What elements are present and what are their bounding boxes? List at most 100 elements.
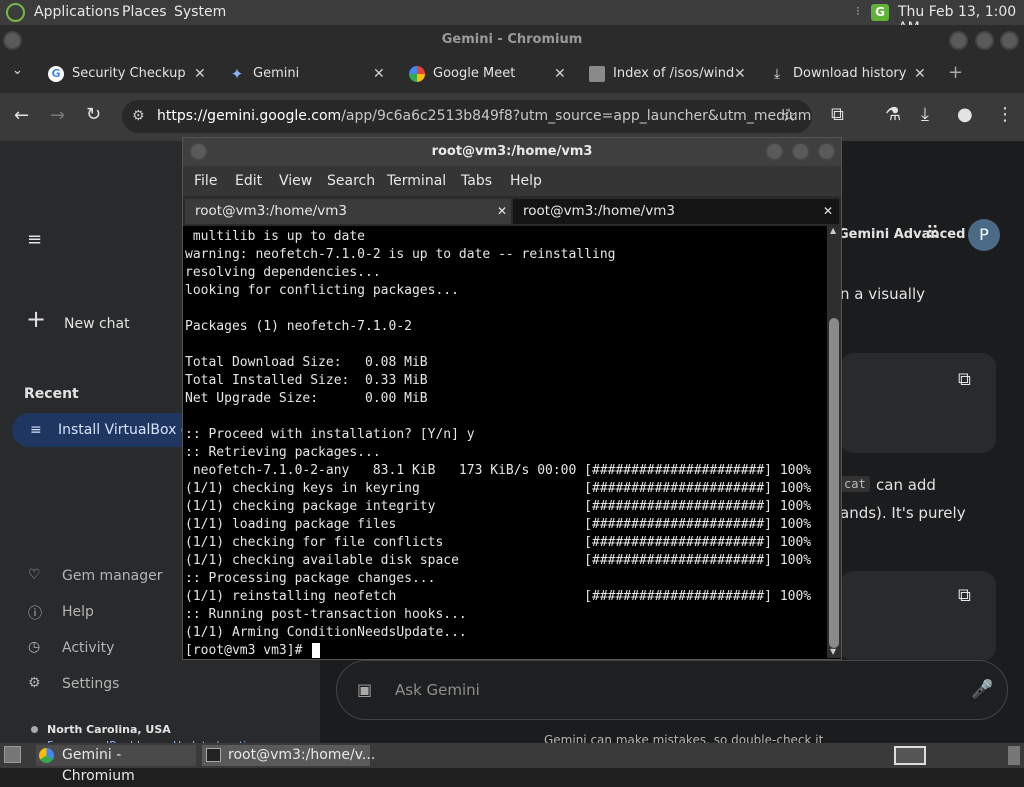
terminal-line: Net Upgrade Size: 0.00 MiB bbox=[185, 391, 428, 406]
menu-terminal[interactable]: Terminal bbox=[387, 173, 446, 189]
tab-close-icon[interactable]: ✕ bbox=[194, 55, 206, 93]
close-window-button[interactable] bbox=[1000, 31, 1019, 50]
tab-close-icon[interactable]: ✕ bbox=[554, 55, 566, 93]
chrome-menu-icon[interactable]: ⋮ bbox=[996, 104, 1014, 125]
terminal-maximize-button[interactable] bbox=[791, 142, 810, 161]
recent-chat-label: Install VirtualBox o bbox=[58, 422, 190, 438]
tab-close-icon[interactable]: ✕ bbox=[823, 199, 833, 224]
taskbar-item-chromium[interactable]: Gemini - Chromium bbox=[36, 745, 196, 784]
places-menu[interactable]: Places bbox=[122, 4, 167, 20]
hamburger-menu-icon[interactable]: ≡ bbox=[27, 229, 42, 250]
gemini-spark-icon: ✦ bbox=[230, 64, 244, 83]
taskbar-item-terminal[interactable]: root@vm3:/home/v... bbox=[202, 745, 375, 766]
maximize-button[interactable] bbox=[975, 31, 994, 50]
terminal-menubar: File Edit View Search Terminal Tabs Help bbox=[183, 166, 841, 196]
tab-search-chevron-icon[interactable]: ⌄ bbox=[12, 63, 23, 78]
scroll-down-icon[interactable]: ▼ bbox=[830, 647, 836, 656]
menu-file[interactable]: File bbox=[194, 173, 217, 189]
menu-view[interactable]: View bbox=[279, 173, 312, 189]
terminal-output[interactable]: multilib is up to date warning: neofetch-… bbox=[185, 226, 827, 658]
terminal-title: root@vm3:/home/vm3 bbox=[431, 144, 593, 159]
terminal-line: (1/1) Arming ConditionNeedsUpdate... bbox=[185, 625, 467, 640]
new-chat-button[interactable]: New chat bbox=[64, 316, 130, 332]
tab-index-isos[interactable]: Index of /isos/wind ✕ bbox=[589, 55, 754, 93]
gem-manager-link[interactable]: Gem manager bbox=[62, 568, 162, 584]
taskbar-item-label: Gemini - Chromium bbox=[62, 747, 135, 784]
site-info-icon[interactable]: ⚙ bbox=[132, 100, 145, 133]
terminal-line: (1/1) loading package files [###########… bbox=[185, 517, 812, 532]
avatar[interactable]: P bbox=[968, 219, 1000, 251]
terminal-scrollbar[interactable]: ▲ ▼ bbox=[827, 226, 841, 658]
code-block-card: ⧉ bbox=[840, 571, 996, 661]
system-tray-g-icon[interactable]: G bbox=[871, 4, 889, 21]
scroll-up-icon[interactable]: ▲ bbox=[830, 226, 836, 235]
activity-link[interactable]: Activity bbox=[62, 640, 114, 656]
menu-help[interactable]: Help bbox=[510, 173, 542, 189]
forward-arrow-icon[interactable]: → bbox=[50, 105, 65, 126]
extensions-puzzle-icon[interactable]: ⧉ bbox=[831, 104, 844, 125]
image-upload-icon[interactable]: ▣ bbox=[357, 661, 372, 719]
help-link[interactable]: Help bbox=[62, 604, 94, 620]
labs-flask-icon[interactable]: ⚗ bbox=[885, 104, 901, 125]
terminal-tab-2[interactable]: root@vm3:/home/vm3 ✕ bbox=[513, 199, 839, 224]
prompt-input[interactable]: ▣ Ask Gemini 🎤 bbox=[336, 660, 1008, 720]
settings-link[interactable]: Settings bbox=[62, 676, 119, 692]
show-desktop-icon[interactable] bbox=[4, 746, 21, 763]
tab-label: Index of /isos/wind bbox=[613, 66, 735, 81]
prompt-placeholder: Ask Gemini bbox=[395, 681, 480, 699]
tab-google-meet[interactable]: Google Meet ✕ bbox=[409, 55, 574, 93]
terminal-line: (1/1) reinstalling neofetch [###########… bbox=[185, 589, 812, 604]
tab-download-history[interactable]: ⤓ Download history ✕ bbox=[769, 55, 934, 93]
distro-logo-icon[interactable] bbox=[6, 3, 25, 22]
microphone-icon[interactable]: 🎤 bbox=[971, 661, 993, 719]
tab-gemini[interactable]: ✦ Gemini ✕ bbox=[229, 55, 394, 93]
window-menu-button[interactable] bbox=[3, 31, 22, 50]
tab-close-icon[interactable]: ✕ bbox=[914, 55, 926, 93]
help-icon: ⓘ bbox=[28, 606, 42, 622]
terminal-tab-1[interactable]: root@vm3:/home/vm3 ✕ bbox=[185, 199, 511, 224]
downloads-icon[interactable]: ⤓ bbox=[921, 104, 929, 125]
settings-gear-icon: ⚙ bbox=[28, 675, 41, 691]
system-menu[interactable]: System bbox=[174, 4, 226, 20]
tab-security-checkup[interactable]: G Security Checkup ✕ bbox=[48, 55, 213, 93]
workspace-switcher-icon[interactable] bbox=[894, 746, 926, 765]
trash-applet-icon[interactable] bbox=[1008, 746, 1020, 765]
terminal-tab-label: root@vm3:/home/vm3 bbox=[523, 203, 675, 219]
menu-search[interactable]: Search bbox=[327, 173, 375, 189]
applications-menu[interactable]: Applications bbox=[34, 4, 120, 20]
tab-close-icon[interactable]: ✕ bbox=[497, 199, 507, 224]
new-tab-plus-icon[interactable]: + bbox=[948, 62, 963, 83]
copy-icon[interactable]: ⧉ bbox=[958, 369, 971, 390]
recent-heading: Recent bbox=[24, 386, 79, 402]
terminal-close-button[interactable] bbox=[817, 142, 836, 161]
address-bar[interactable]: ⚙ https://gemini.google.com/app/9c6a6c25… bbox=[122, 100, 812, 133]
apps-grid-icon[interactable]: ⠿ bbox=[926, 223, 939, 244]
minimize-button[interactable] bbox=[949, 31, 968, 50]
menu-tabs[interactable]: Tabs bbox=[461, 173, 492, 189]
bookmark-star-icon[interactable]: ☆ bbox=[781, 105, 797, 126]
back-arrow-icon[interactable]: ← bbox=[14, 105, 29, 126]
terminal-line: [root@vm3 vm3]# bbox=[185, 642, 321, 660]
chromium-icon bbox=[39, 748, 54, 763]
code-block-card: ⧉ bbox=[840, 353, 996, 453]
reload-icon[interactable]: ↻ bbox=[86, 104, 101, 125]
index-page-icon bbox=[589, 65, 605, 82]
bottom-taskbar: Gemini - Chromium root@vm3:/home/v... bbox=[0, 743, 1024, 784]
chat-lines-icon: ≡ bbox=[30, 422, 42, 438]
terminal-line: (1/1) checking for file conflicts [#####… bbox=[185, 535, 812, 550]
inline-code: cat bbox=[840, 476, 870, 492]
download-icon: ⤓ bbox=[773, 65, 781, 82]
terminal-window-menu-button[interactable] bbox=[189, 142, 208, 161]
gemini-advanced-label[interactable]: Gemini Advanced bbox=[838, 227, 965, 242]
menu-edit[interactable]: Edit bbox=[235, 173, 262, 189]
tab-close-icon[interactable]: ✕ bbox=[734, 55, 746, 93]
terminal-line: :: Retrieving packages... bbox=[185, 445, 381, 460]
profile-icon[interactable]: ● bbox=[957, 104, 973, 125]
tab-label: Download history bbox=[793, 66, 907, 81]
tab-close-icon[interactable]: ✕ bbox=[373, 55, 385, 93]
copy-icon[interactable]: ⧉ bbox=[958, 585, 971, 606]
terminal-cursor bbox=[312, 643, 321, 658]
terminal-minimize-button[interactable] bbox=[765, 142, 784, 161]
terminal-scroll-thumb[interactable] bbox=[829, 318, 839, 648]
new-chat-plus-icon[interactable]: + bbox=[26, 307, 46, 331]
